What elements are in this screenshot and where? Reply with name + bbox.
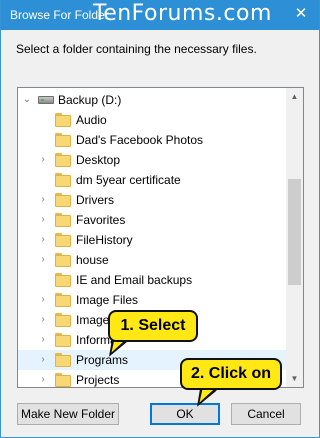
tree-row[interactable]: › FileHistory [18,230,287,250]
expand-chevron-icon[interactable]: › [38,190,48,210]
scroll-up-arrow-icon[interactable]: ▲ [286,88,303,105]
tree-item-label: Projects [76,373,120,387]
folder-icon [55,193,71,207]
instruction-text: Select a folder containing the necessary… [16,42,257,56]
folder-icon [55,353,71,367]
folder-icon [55,373,71,387]
callout-click-on: 2. Click on [180,358,282,390]
tree-item-label: Favorites [76,213,126,227]
folder-icon [55,293,71,307]
expand-chevron-icon[interactable]: › [38,370,48,387]
scroll-thumb[interactable] [288,179,301,285]
scroll-down-arrow-icon[interactable]: ▼ [286,370,303,387]
expand-chevron-icon[interactable]: › [38,290,48,310]
folder-icon [55,233,71,247]
callout-select: 1. Select [108,310,198,342]
folder-icon [55,213,71,227]
expand-chevron-icon[interactable]: › [38,150,48,170]
watermark: TenForums.com [93,1,272,26]
tree-item-label: FileHistory [76,233,133,247]
tree-item-label: dm 5year certificate [76,173,181,187]
expand-chevron-icon[interactable]: › [38,230,48,250]
tree-row[interactable]: › Drivers [18,190,287,210]
expand-chevron-icon[interactable]: › [38,330,48,350]
folder-icon [55,113,71,127]
expand-chevron-icon[interactable]: › [38,350,48,370]
collapse-chevron-icon[interactable]: ⌄ [22,90,32,110]
expand-chevron-icon[interactable]: › [38,250,48,270]
tree-row[interactable]: › Desktop [18,150,287,170]
folder-tree[interactable]: ⌄ Backup (D:) Audio Dad's Facebook Photos › D… [17,87,304,388]
folder-icon [55,253,71,267]
folder-icon [55,153,71,167]
cancel-button[interactable]: Cancel [231,403,301,425]
ok-button[interactable]: OK [150,403,220,425]
folder-icon [55,333,71,347]
tree-item-label: IE and Email backups [76,273,193,287]
tree-row[interactable]: dm 5year certificate [18,170,287,190]
drive-icon [38,96,54,104]
close-icon[interactable]: ✕ [291,4,311,24]
tree-row-drive[interactable]: ⌄ Backup (D:) [18,90,287,110]
folder-icon [55,273,71,287]
tree-item-label: Backup (D:) [58,93,122,107]
tree-item-label: Desktop [76,153,121,167]
folder-icon [55,173,71,187]
tree-row[interactable]: Dad's Facebook Photos [18,130,287,150]
folder-icon [55,133,71,147]
tree-row[interactable]: › Favorites [18,210,287,230]
vertical-scrollbar[interactable]: ▲ ▼ [286,88,303,387]
tree-item-label: Drivers [76,193,114,207]
tree-item-label: Dad's Facebook Photos [76,133,204,147]
tree-item-label: house [76,253,109,267]
tree-row[interactable]: Audio [18,110,287,130]
tree-item-label: Image [76,313,110,327]
tree-item-label: Image Files [76,293,139,307]
tree-row[interactable]: › house [18,250,287,270]
expand-chevron-icon[interactable]: › [38,210,48,230]
tree-item-label: Audio [76,113,107,127]
tree-row[interactable]: IE and Email backups [18,270,287,290]
tree-row[interactable]: › Image Files [18,290,287,310]
expand-chevron-icon[interactable]: › [38,310,48,330]
make-new-folder-button[interactable]: Make New Folder [17,403,119,425]
titlebar: Browse For Folder TenForums.com ✕ [0,0,320,30]
folder-icon [55,313,71,327]
